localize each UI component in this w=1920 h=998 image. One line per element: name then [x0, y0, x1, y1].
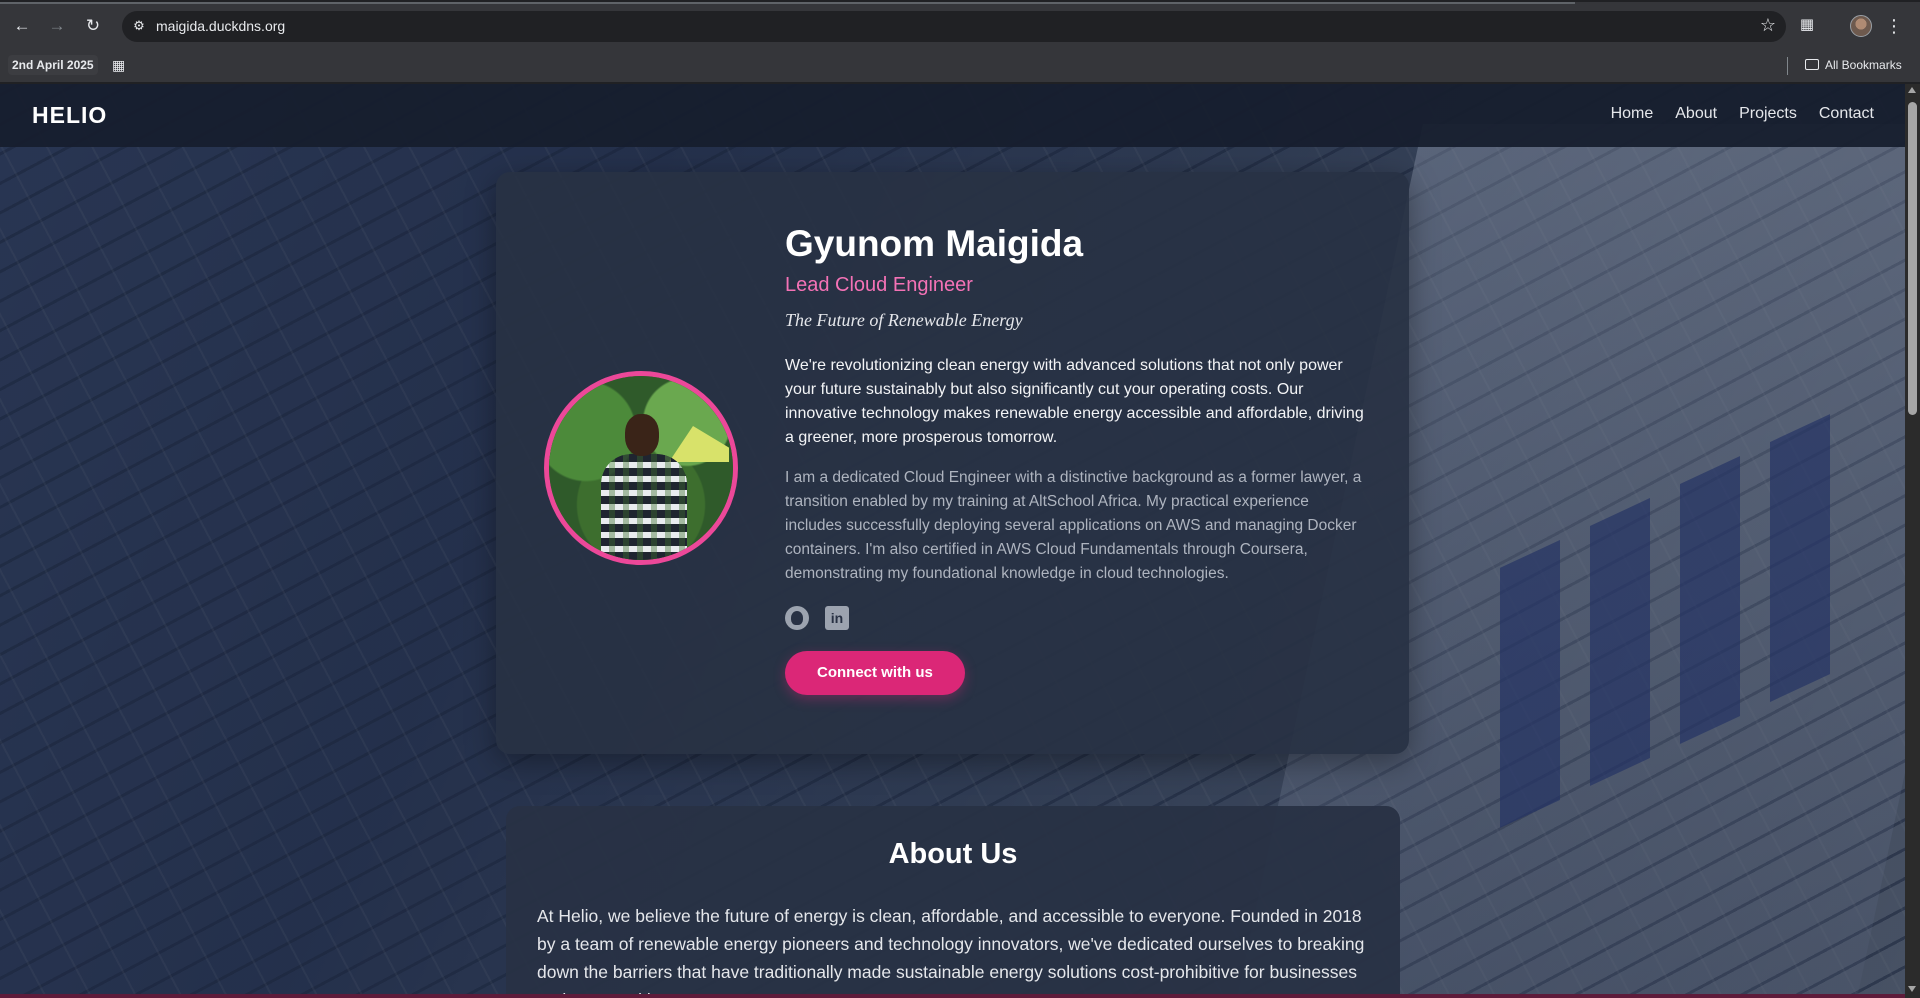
- page-scrollbar[interactable]: [1905, 84, 1920, 998]
- hero-text: Gyunom Maigida Lead Cloud Engineer The F…: [785, 222, 1365, 695]
- hero-bio-paragraph: I am a dedicated Cloud Engineer with a d…: [785, 469, 1362, 582]
- scrollbar-thumb[interactable]: [1908, 102, 1917, 415]
- url-text[interactable]: maigida.duckdns.org: [156, 18, 285, 34]
- back-icon[interactable]: ←: [10, 14, 34, 38]
- bookmark-date[interactable]: 2nd April 2025: [8, 55, 98, 75]
- nav-contact[interactable]: Contact: [1819, 105, 1874, 123]
- bottom-edge-strip: [0, 994, 1905, 998]
- scroll-up-icon[interactable]: [1908, 87, 1916, 93]
- linkedin-icon[interactable]: in: [825, 606, 849, 630]
- browser-menu-icon[interactable]: ⋮: [1884, 14, 1904, 38]
- extensions-icon[interactable]: ▦: [1796, 14, 1818, 36]
- all-bookmarks-button[interactable]: All Bookmarks: [1805, 56, 1902, 74]
- browser-toolbar: ← → ↻ ⚙ maigida.duckdns.org ☆ ▦ ⋮: [0, 0, 1920, 48]
- photo-person-head: [625, 414, 659, 456]
- about-body: At Helio, we believe the future of energ…: [537, 906, 1365, 998]
- bookmark-star-icon[interactable]: ☆: [1760, 15, 1776, 36]
- hero-role: Lead Cloud Engineer: [785, 274, 973, 296]
- hero-name: Gyunom Maigida: [785, 223, 1084, 264]
- connect-button[interactable]: Connect with us: [785, 651, 965, 695]
- github-icon[interactable]: [785, 606, 809, 630]
- tab-strip-edge: [0, 2, 1575, 4]
- nav-home[interactable]: Home: [1611, 105, 1654, 123]
- all-bookmarks-label: All Bookmarks: [1825, 58, 1902, 72]
- about-section: About Us At Helio, we believe the future…: [506, 806, 1400, 998]
- scroll-down-icon[interactable]: [1908, 986, 1916, 992]
- bookmarks-divider: [1787, 57, 1788, 75]
- social-links: in: [785, 606, 1365, 632]
- forward-icon[interactable]: →: [45, 14, 69, 38]
- nav-links: Home About Projects Contact: [1611, 105, 1874, 123]
- about-title: About Us: [888, 838, 1018, 870]
- site-logo[interactable]: HELIO: [32, 102, 107, 129]
- apps-grid-icon[interactable]: ▦: [112, 56, 130, 74]
- site-info-icon[interactable]: ⚙: [130, 17, 148, 35]
- hero-lead-paragraph: We're revolutionizing clean energy with …: [785, 357, 1364, 446]
- hero-tagline: The Future of Renewable Energy: [785, 310, 1023, 330]
- bookmarks-bar: 2nd April 2025 ▦ All Bookmarks: [0, 48, 1920, 83]
- reload-icon[interactable]: ↻: [81, 14, 105, 38]
- profile-avatar[interactable]: [1850, 15, 1872, 37]
- page-viewport: HELIO Home About Projects Contact Gyunom…: [0, 84, 1905, 998]
- site-navbar: HELIO Home About Projects Contact: [0, 84, 1905, 147]
- folder-icon: [1805, 59, 1819, 70]
- nav-about[interactable]: About: [1675, 105, 1717, 123]
- photo-person-shirt: [601, 454, 687, 560]
- nav-projects[interactable]: Projects: [1739, 105, 1797, 123]
- profile-photo: [544, 371, 738, 565]
- address-bar[interactable]: ⚙ maigida.duckdns.org ☆: [122, 11, 1786, 42]
- hero-card: Gyunom Maigida Lead Cloud Engineer The F…: [496, 172, 1409, 754]
